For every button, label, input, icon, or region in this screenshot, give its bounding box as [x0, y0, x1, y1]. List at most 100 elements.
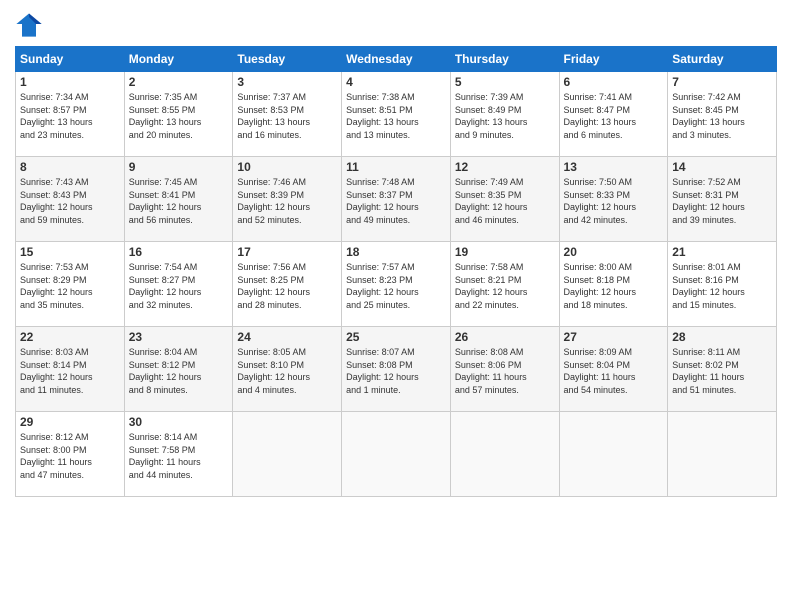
- table-cell: 5 Sunrise: 7:39 AM Sunset: 8:49 PM Daylig…: [450, 72, 559, 157]
- day-number: 19: [455, 245, 555, 259]
- day-info: Sunrise: 7:35 AM Sunset: 8:55 PM Dayligh…: [129, 91, 229, 141]
- day-number: 1: [20, 75, 120, 89]
- day-info: Sunrise: 8:01 AM Sunset: 8:16 PM Dayligh…: [672, 261, 772, 311]
- day-info: Sunrise: 8:00 AM Sunset: 8:18 PM Dayligh…: [564, 261, 664, 311]
- day-info: Sunrise: 7:46 AM Sunset: 8:39 PM Dayligh…: [237, 176, 337, 226]
- table-cell: [342, 412, 451, 497]
- day-number: 5: [455, 75, 555, 89]
- day-number: 29: [20, 415, 120, 429]
- header: [15, 10, 777, 38]
- day-number: 18: [346, 245, 446, 259]
- day-info: Sunrise: 7:52 AM Sunset: 8:31 PM Dayligh…: [672, 176, 772, 226]
- col-tuesday: Tuesday: [233, 47, 342, 72]
- table-cell: 29 Sunrise: 8:12 AM Sunset: 8:00 PM Dayli…: [16, 412, 125, 497]
- day-number: 15: [20, 245, 120, 259]
- table-cell: 1 Sunrise: 7:34 AM Sunset: 8:57 PM Daylig…: [16, 72, 125, 157]
- table-cell: 6 Sunrise: 7:41 AM Sunset: 8:47 PM Daylig…: [559, 72, 668, 157]
- table-cell: 13 Sunrise: 7:50 AM Sunset: 8:33 PM Dayli…: [559, 157, 668, 242]
- day-info: Sunrise: 8:08 AM Sunset: 8:06 PM Dayligh…: [455, 346, 555, 396]
- table-cell: 30 Sunrise: 8:14 AM Sunset: 7:58 PM Dayli…: [124, 412, 233, 497]
- day-info: Sunrise: 7:48 AM Sunset: 8:37 PM Dayligh…: [346, 176, 446, 226]
- table-cell: [668, 412, 777, 497]
- table-cell: 15Sunrise: 7:53 AM Sunset: 8:29 PM Dayli…: [16, 242, 125, 327]
- day-info: Sunrise: 8:03 AM Sunset: 8:14 PM Dayligh…: [20, 346, 120, 396]
- table-cell: 20 Sunrise: 8:00 AM Sunset: 8:18 PM Dayli…: [559, 242, 668, 327]
- day-info: Sunrise: 7:56 AM Sunset: 8:25 PM Dayligh…: [237, 261, 337, 311]
- table-cell: 23 Sunrise: 8:04 AM Sunset: 8:12 PM Dayli…: [124, 327, 233, 412]
- col-friday: Friday: [559, 47, 668, 72]
- calendar-table: Sunday Monday Tuesday Wednesday Thursday…: [15, 46, 777, 497]
- calendar-row: 1 Sunrise: 7:34 AM Sunset: 8:57 PM Daylig…: [16, 72, 777, 157]
- day-info: Sunrise: 7:50 AM Sunset: 8:33 PM Dayligh…: [564, 176, 664, 226]
- logo: [15, 10, 45, 38]
- day-number: 12: [455, 160, 555, 174]
- header-row: Sunday Monday Tuesday Wednesday Thursday…: [16, 47, 777, 72]
- day-info: Sunrise: 8:14 AM Sunset: 7:58 PM Dayligh…: [129, 431, 229, 481]
- table-cell: 19 Sunrise: 7:58 AM Sunset: 8:21 PM Dayli…: [450, 242, 559, 327]
- table-cell: 11 Sunrise: 7:48 AM Sunset: 8:37 PM Dayli…: [342, 157, 451, 242]
- day-number: 4: [346, 75, 446, 89]
- table-cell: 3 Sunrise: 7:37 AM Sunset: 8:53 PM Daylig…: [233, 72, 342, 157]
- day-info: Sunrise: 7:58 AM Sunset: 8:21 PM Dayligh…: [455, 261, 555, 311]
- day-number: 30: [129, 415, 229, 429]
- day-number: 14: [672, 160, 772, 174]
- day-info: Sunrise: 8:07 AM Sunset: 8:08 PM Dayligh…: [346, 346, 446, 396]
- day-info: Sunrise: 7:37 AM Sunset: 8:53 PM Dayligh…: [237, 91, 337, 141]
- col-wednesday: Wednesday: [342, 47, 451, 72]
- day-number: 7: [672, 75, 772, 89]
- table-cell: 18 Sunrise: 7:57 AM Sunset: 8:23 PM Dayli…: [342, 242, 451, 327]
- table-cell: 14 Sunrise: 7:52 AM Sunset: 8:31 PM Dayli…: [668, 157, 777, 242]
- day-number: 22: [20, 330, 120, 344]
- day-info: Sunrise: 8:05 AM Sunset: 8:10 PM Dayligh…: [237, 346, 337, 396]
- day-info: Sunrise: 8:09 AM Sunset: 8:04 PM Dayligh…: [564, 346, 664, 396]
- table-cell: 2 Sunrise: 7:35 AM Sunset: 8:55 PM Daylig…: [124, 72, 233, 157]
- day-number: 21: [672, 245, 772, 259]
- day-info: Sunrise: 7:41 AM Sunset: 8:47 PM Dayligh…: [564, 91, 664, 141]
- col-saturday: Saturday: [668, 47, 777, 72]
- col-sunday: Sunday: [16, 47, 125, 72]
- day-info: Sunrise: 7:38 AM Sunset: 8:51 PM Dayligh…: [346, 91, 446, 141]
- day-number: 23: [129, 330, 229, 344]
- day-number: 11: [346, 160, 446, 174]
- day-info: Sunrise: 7:43 AM Sunset: 8:43 PM Dayligh…: [20, 176, 120, 226]
- day-info: Sunrise: 7:54 AM Sunset: 8:27 PM Dayligh…: [129, 261, 229, 311]
- table-cell: 7 Sunrise: 7:42 AM Sunset: 8:45 PM Daylig…: [668, 72, 777, 157]
- day-number: 3: [237, 75, 337, 89]
- day-number: 20: [564, 245, 664, 259]
- table-cell: 24 Sunrise: 8:05 AM Sunset: 8:10 PM Dayli…: [233, 327, 342, 412]
- day-number: 2: [129, 75, 229, 89]
- day-info: Sunrise: 7:39 AM Sunset: 8:49 PM Dayligh…: [455, 91, 555, 141]
- day-info: Sunrise: 7:45 AM Sunset: 8:41 PM Dayligh…: [129, 176, 229, 226]
- table-cell: 10 Sunrise: 7:46 AM Sunset: 8:39 PM Dayli…: [233, 157, 342, 242]
- day-info: Sunrise: 7:42 AM Sunset: 8:45 PM Dayligh…: [672, 91, 772, 141]
- day-info: Sunrise: 7:57 AM Sunset: 8:23 PM Dayligh…: [346, 261, 446, 311]
- calendar-row: 29 Sunrise: 8:12 AM Sunset: 8:00 PM Dayli…: [16, 412, 777, 497]
- col-monday: Monday: [124, 47, 233, 72]
- day-number: 26: [455, 330, 555, 344]
- day-number: 6: [564, 75, 664, 89]
- col-thursday: Thursday: [450, 47, 559, 72]
- table-cell: 16 Sunrise: 7:54 AM Sunset: 8:27 PM Dayli…: [124, 242, 233, 327]
- day-number: 17: [237, 245, 337, 259]
- table-cell: [559, 412, 668, 497]
- table-cell: 9 Sunrise: 7:45 AM Sunset: 8:41 PM Daylig…: [124, 157, 233, 242]
- day-info: Sunrise: 7:34 AM Sunset: 8:57 PM Dayligh…: [20, 91, 120, 141]
- day-number: 13: [564, 160, 664, 174]
- page: Sunday Monday Tuesday Wednesday Thursday…: [0, 0, 792, 612]
- table-cell: 17 Sunrise: 7:56 AM Sunset: 8:25 PM Dayli…: [233, 242, 342, 327]
- day-info: Sunrise: 7:49 AM Sunset: 8:35 PM Dayligh…: [455, 176, 555, 226]
- table-cell: 26 Sunrise: 8:08 AM Sunset: 8:06 PM Dayli…: [450, 327, 559, 412]
- day-number: 9: [129, 160, 229, 174]
- table-cell: 22 Sunrise: 8:03 AM Sunset: 8:14 PM Dayli…: [16, 327, 125, 412]
- day-info: Sunrise: 8:04 AM Sunset: 8:12 PM Dayligh…: [129, 346, 229, 396]
- day-number: 27: [564, 330, 664, 344]
- day-number: 25: [346, 330, 446, 344]
- day-number: 8: [20, 160, 120, 174]
- calendar-row: 22 Sunrise: 8:03 AM Sunset: 8:14 PM Dayli…: [16, 327, 777, 412]
- day-number: 10: [237, 160, 337, 174]
- day-number: 28: [672, 330, 772, 344]
- day-info: Sunrise: 8:12 AM Sunset: 8:00 PM Dayligh…: [20, 431, 120, 481]
- day-number: 24: [237, 330, 337, 344]
- table-cell: 25 Sunrise: 8:07 AM Sunset: 8:08 PM Dayli…: [342, 327, 451, 412]
- day-number: 16: [129, 245, 229, 259]
